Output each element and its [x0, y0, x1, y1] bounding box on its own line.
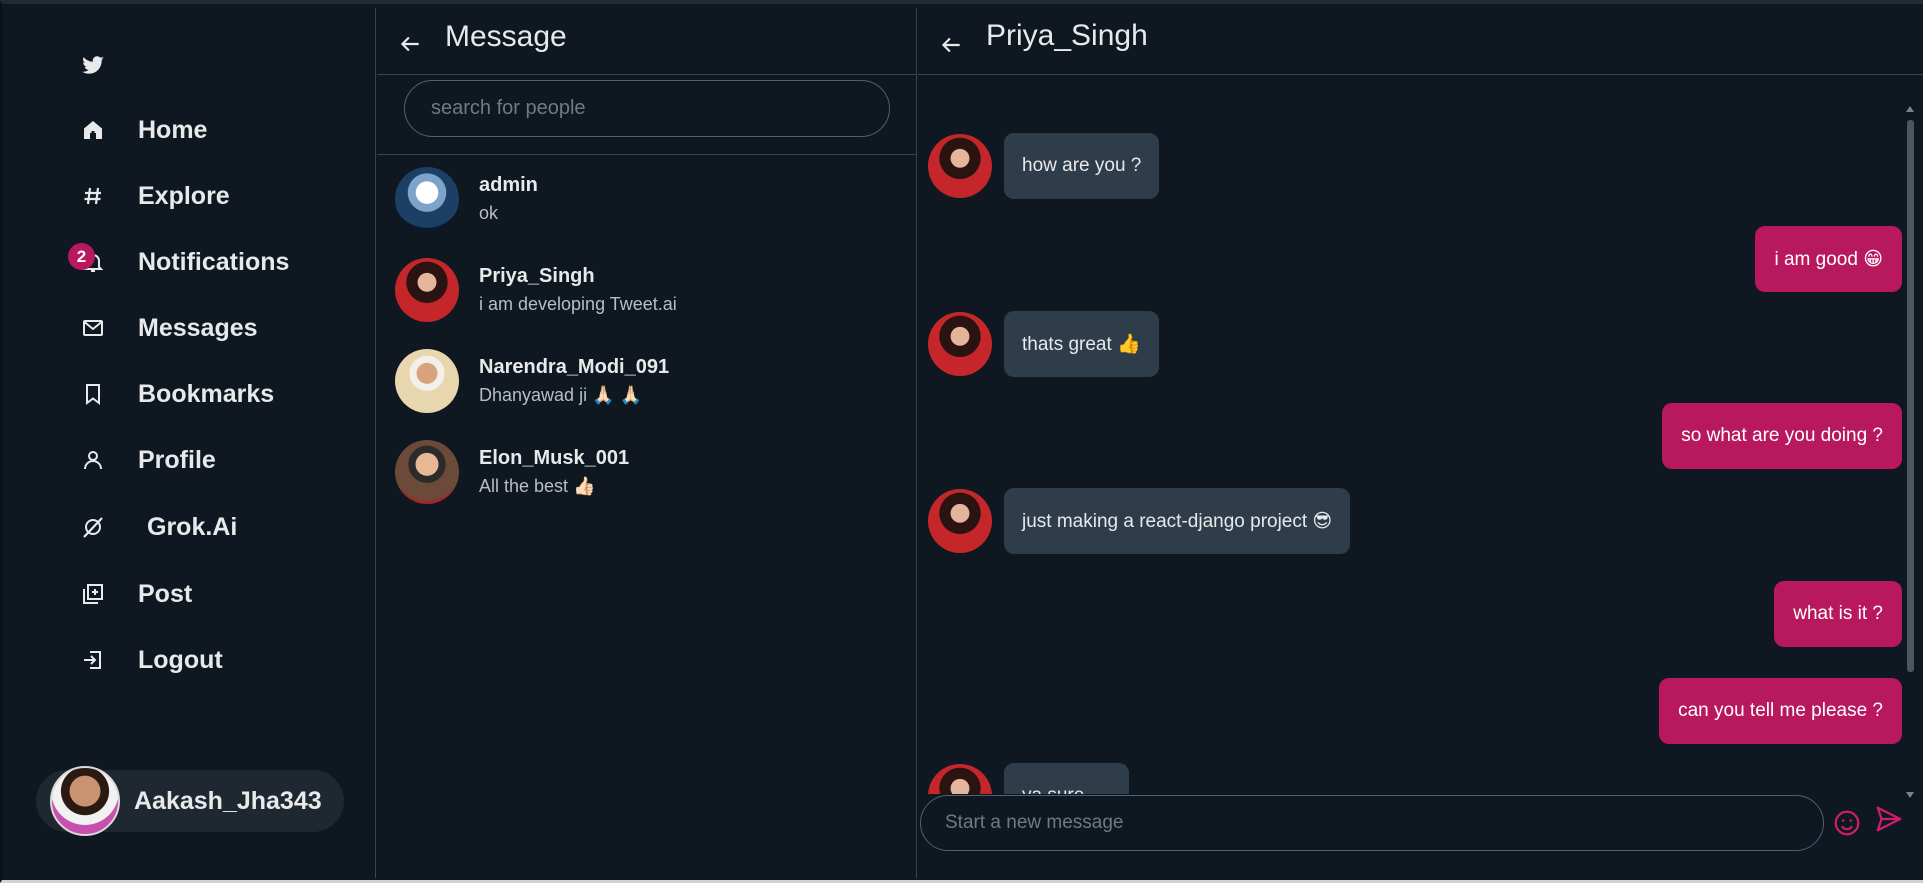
message-outgoing: so what are you doing ? — [1662, 403, 1902, 469]
emoji-icon[interactable] — [1832, 808, 1862, 838]
message-outgoing: can you tell me please ? — [1659, 678, 1902, 744]
twitter-bird-icon[interactable] — [80, 52, 106, 78]
sidebar-item-label: Logout — [138, 645, 223, 674]
grok-icon — [78, 512, 108, 542]
send-icon[interactable] — [1874, 804, 1904, 834]
chat-scrollbar[interactable] — [1904, 104, 1916, 800]
sidebar-item-home[interactable]: Home — [78, 110, 207, 150]
avatar — [50, 766, 120, 836]
back-arrow-icon[interactable] — [938, 32, 964, 58]
page-title: Message — [445, 20, 567, 53]
avatar — [928, 764, 992, 794]
sidebar-item-profile[interactable]: Profile — [78, 440, 216, 480]
sidebar-item-messages[interactable]: Messages — [78, 308, 258, 348]
chat-header: Priya_Singh — [918, 8, 1923, 75]
conversation-last-message: i am developing Tweet.ai — [479, 294, 677, 314]
sidebar: Home Explore 2 Notifications Messages Bo… — [2, 8, 376, 878]
list-panel-header: Message — [377, 8, 916, 74]
scroll-up-arrow-icon[interactable] — [1906, 106, 1914, 112]
sidebar-item-bookmarks[interactable]: Bookmarks — [78, 374, 274, 414]
search-bar — [377, 74, 916, 155]
back-arrow-icon[interactable] — [397, 31, 423, 57]
avatar — [395, 349, 459, 413]
avatar — [395, 167, 459, 231]
sidebar-item-label: Home — [138, 115, 208, 144]
message-bubble: thats great 👍 — [1004, 311, 1159, 377]
avatar — [928, 489, 992, 553]
bookmark-icon — [78, 379, 108, 409]
conversation-item-elon[interactable]: Elon_Musk_001 All the best 👍🏻 — [395, 437, 895, 507]
chat-title: Priya_Singh — [986, 19, 1148, 52]
message-thread: how are you ? i am good 😁 thats great 👍 … — [918, 76, 1902, 794]
message-bubble: ya sure..... — [1004, 763, 1129, 794]
message-incoming: how are you ? — [928, 131, 1160, 201]
scroll-thumb[interactable] — [1907, 120, 1914, 672]
conversation-name: Priya_Singh — [479, 265, 595, 287]
home-icon — [78, 115, 108, 145]
scroll-down-arrow-icon[interactable] — [1906, 792, 1914, 798]
sidebar-item-label: Explore — [138, 181, 230, 210]
hashtag-icon — [78, 181, 108, 211]
current-user-name: Aakash_Jha343 — [134, 786, 322, 815]
avatar — [395, 258, 459, 322]
bell-icon: 2 — [68, 243, 108, 277]
conversation-name: admin — [479, 174, 538, 196]
sidebar-item-post[interactable]: Post — [78, 574, 192, 614]
message-bubble: just making a react-django project 😎 — [1004, 488, 1351, 554]
sidebar-item-label: Bookmarks — [138, 379, 275, 408]
sidebar-item-explore[interactable]: Explore — [78, 176, 230, 216]
notification-count-badge: 2 — [68, 243, 95, 270]
conversation-last-message: ok — [479, 203, 499, 223]
chat-panel: Priya_Singh how are you ? i am good 😁 th… — [918, 8, 1923, 878]
conversation-name: Narendra_Modi_091 — [479, 356, 670, 378]
sidebar-item-label: Messages — [138, 313, 258, 342]
add-post-icon — [78, 579, 108, 609]
sidebar-item-label: Notifications — [138, 247, 290, 276]
conversation-last-message: All the best 👍🏻 — [479, 476, 596, 496]
message-outgoing: what is it ? — [1774, 581, 1902, 647]
message-input[interactable] — [920, 795, 1824, 851]
conversation-list-panel: Message admin ok Priya_Singh i am develo… — [377, 8, 917, 878]
sidebar-item-logout[interactable]: Logout — [78, 640, 223, 680]
conversation-name: Elon_Musk_001 — [479, 447, 630, 469]
conversation-item-priya[interactable]: Priya_Singh i am developing Tweet.ai — [395, 255, 895, 325]
current-user-chip[interactable]: Aakash_Jha343 — [36, 766, 344, 836]
message-incoming: just making a react-django project 😎 — [928, 486, 1351, 556]
sidebar-item-notifications[interactable]: 2 Notifications — [68, 242, 290, 282]
sidebar-item-label: Profile — [138, 445, 216, 474]
message-incoming: thats great 👍 — [928, 309, 1159, 379]
sidebar-item-label: Post — [138, 579, 193, 608]
message-bubble: how are you ? — [1004, 133, 1160, 199]
message-incoming: ya sure..... — [928, 761, 1129, 794]
avatar — [928, 312, 992, 376]
sidebar-item-grok[interactable]: Grok.Ai — [78, 507, 237, 547]
conversation-item-modi[interactable]: Narendra_Modi_091 Dhanyawad ji 🙏🏻 🙏🏻 — [395, 346, 895, 416]
conversation-last-message: Dhanyawad ji 🙏🏻 🙏🏻 — [479, 385, 642, 405]
logout-icon — [78, 645, 108, 675]
avatar — [928, 134, 992, 198]
avatar — [395, 440, 459, 504]
search-input[interactable] — [404, 80, 890, 137]
sidebar-item-label: Grok.Ai — [147, 512, 238, 541]
user-icon — [78, 445, 108, 475]
message-outgoing: i am good 😁 — [1755, 226, 1902, 292]
conversation-item-admin[interactable]: admin ok — [395, 164, 895, 234]
mail-icon — [78, 313, 108, 343]
